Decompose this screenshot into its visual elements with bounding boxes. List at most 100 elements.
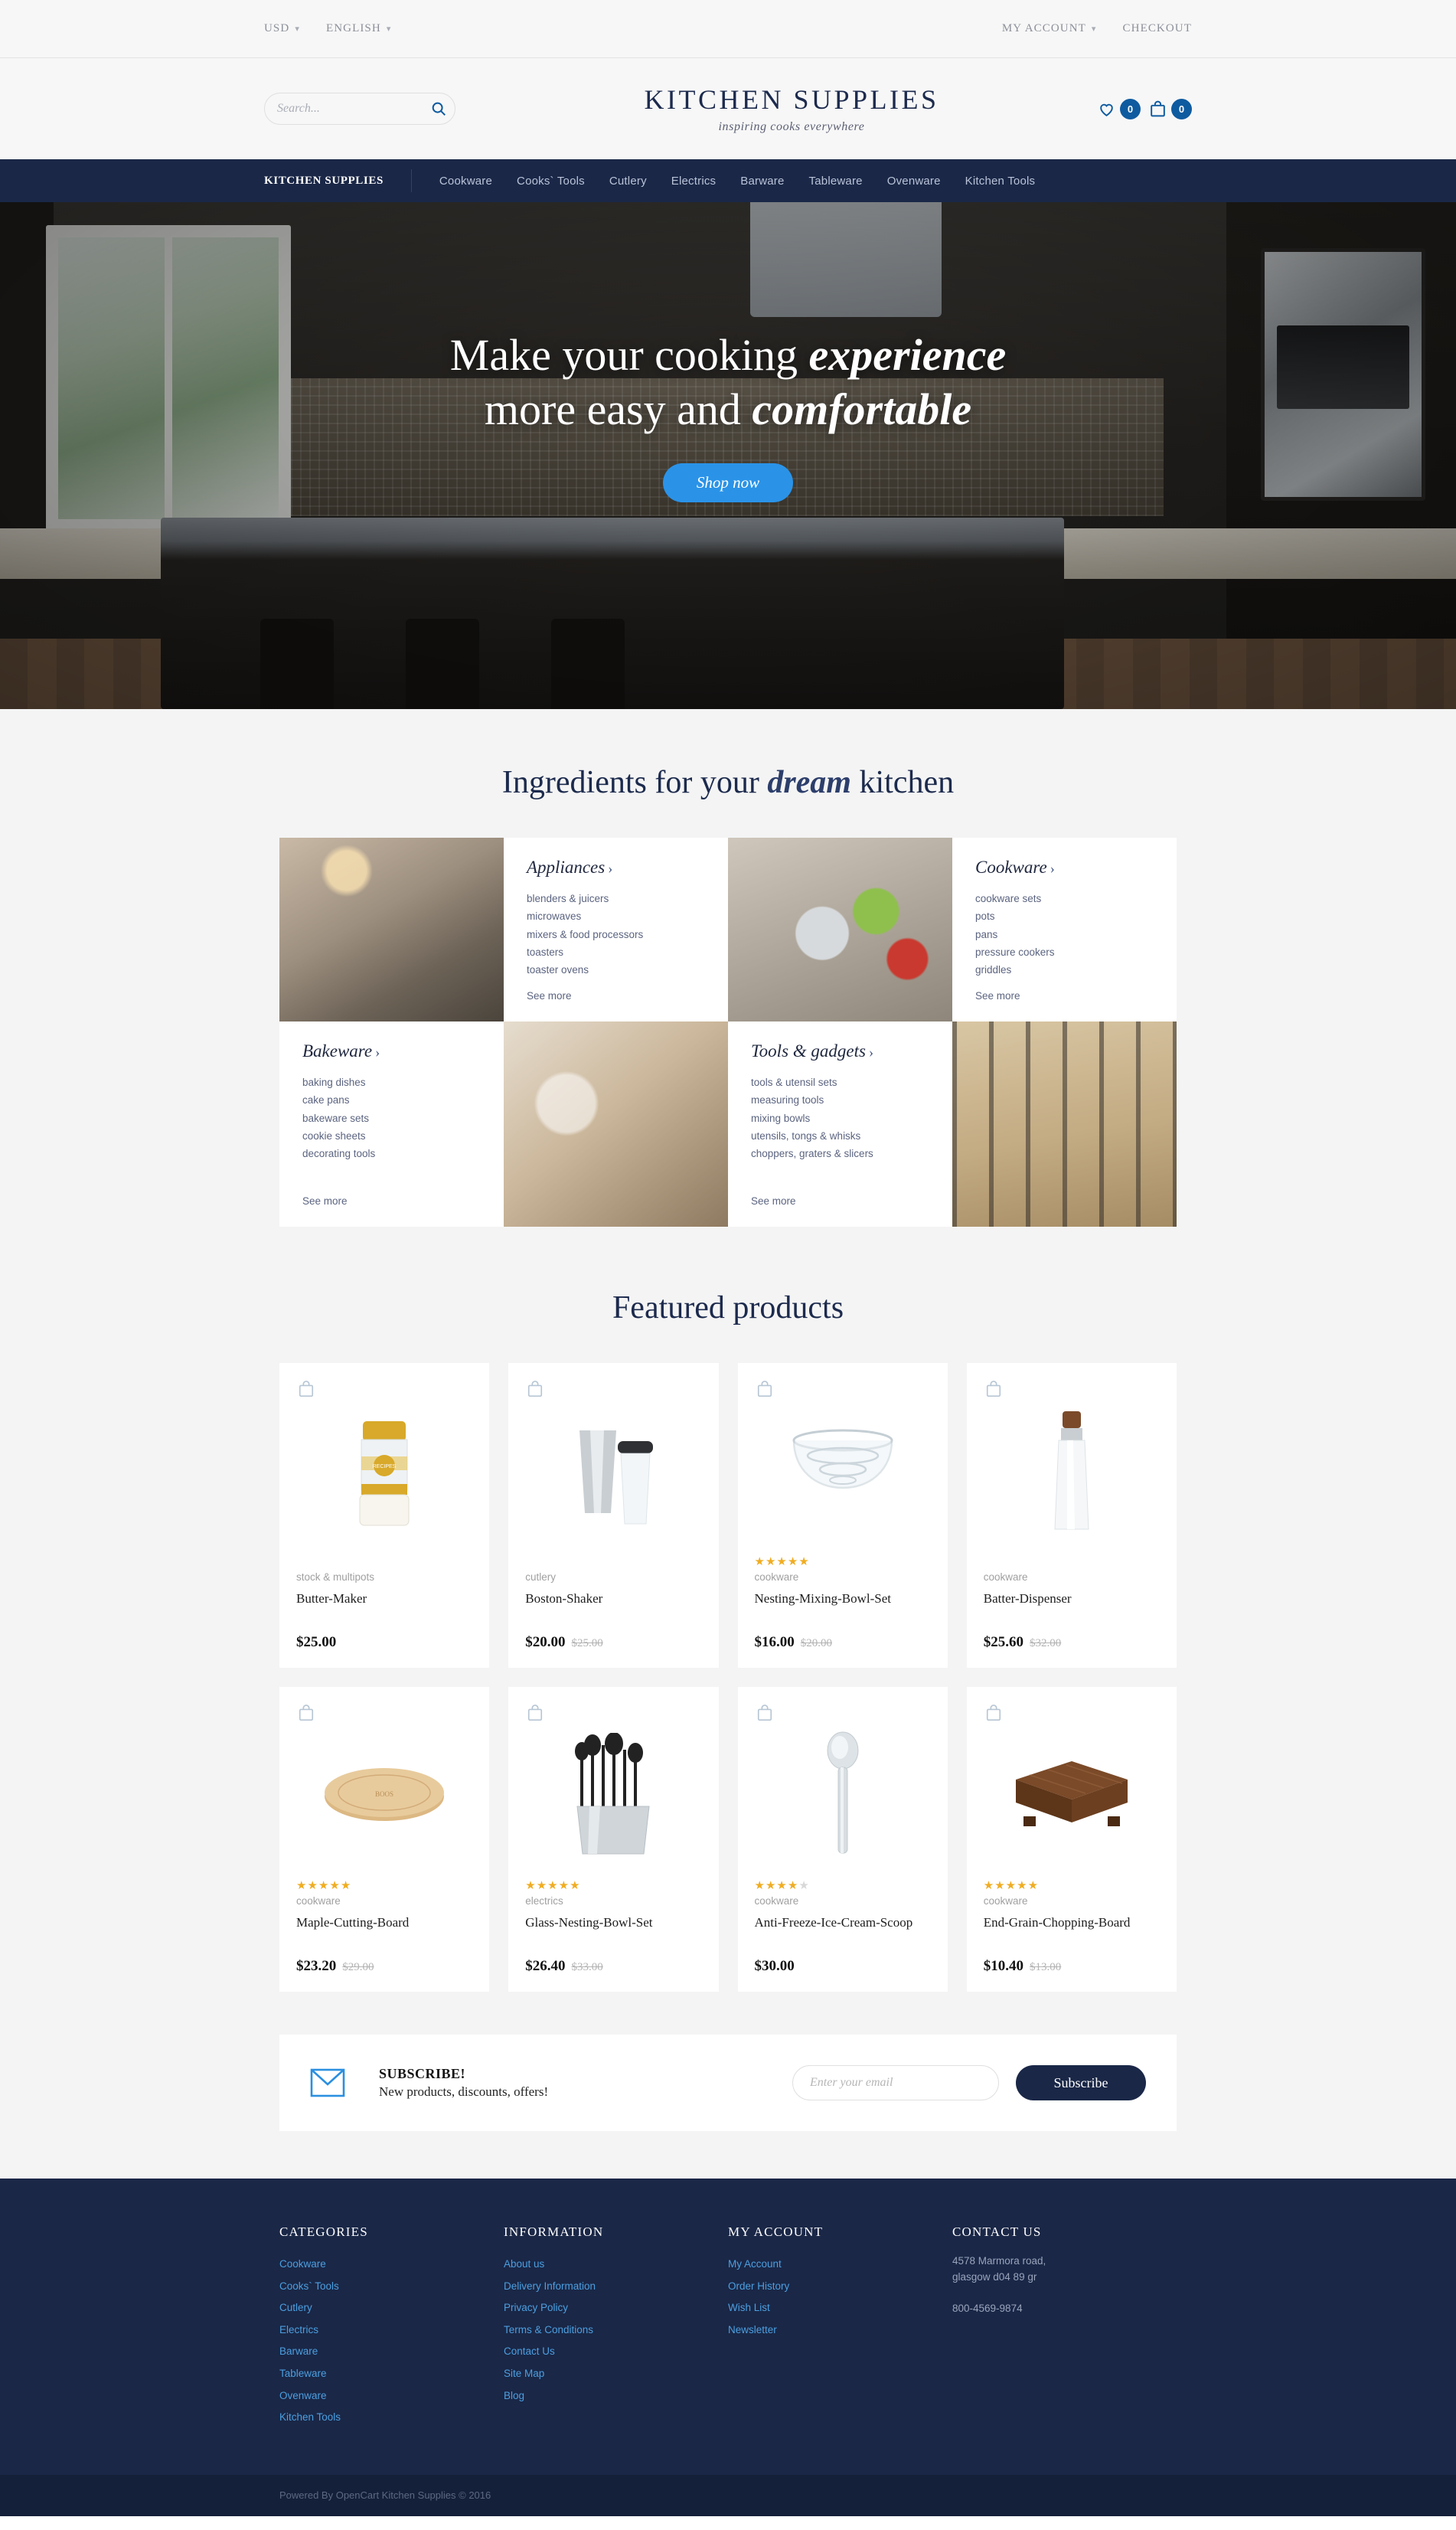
product-price: $25.00 xyxy=(296,1634,472,1651)
category-title-bakeware[interactable]: Bakeware › xyxy=(302,1041,481,1061)
list-item[interactable]: tools & utensil sets xyxy=(751,1074,929,1091)
product-card[interactable]: cutlery Boston-Shaker $20.00 $25.00 xyxy=(508,1363,719,1668)
list-item[interactable]: pressure cookers xyxy=(975,943,1154,961)
list-item[interactable]: choppers, graters & slicers xyxy=(751,1145,929,1162)
brand-logo[interactable]: KITCHEN SUPPLIES inspiring cooks everywh… xyxy=(644,83,939,134)
list-item[interactable]: measuring tools xyxy=(751,1091,929,1109)
list-item[interactable]: griddles xyxy=(975,961,1154,979)
product-card[interactable]: ★★★★★ cookware Nesting-Mixing-Bowl-Set $… xyxy=(737,1363,948,1668)
list-item[interactable]: bakeware sets xyxy=(302,1110,481,1127)
product-name[interactable]: Batter-Dispenser xyxy=(984,1590,1160,1626)
language-selector[interactable]: ENGLISH ▾ xyxy=(326,22,392,35)
footer-link[interactable]: Ovenware xyxy=(279,2385,504,2407)
footer-link[interactable]: My Account xyxy=(728,2254,952,2276)
list-item[interactable]: cake pans xyxy=(302,1091,481,1109)
my-account-menu[interactable]: MY ACCOUNT ▾ xyxy=(1002,22,1097,35)
footer-link[interactable]: Newsletter xyxy=(728,2319,952,2342)
header-actions: 0 0 xyxy=(1097,98,1192,119)
shop-now-button[interactable]: Shop now xyxy=(662,463,794,502)
footer-link[interactable]: Wish List xyxy=(728,2297,952,2319)
footer-link[interactable]: About us xyxy=(504,2254,728,2276)
nav-item-tableware[interactable]: Tableware xyxy=(809,175,863,188)
product-card[interactable]: RECIPES stock & multipots Butter-Maker $… xyxy=(279,1363,490,1668)
footer-link[interactable]: Order History xyxy=(728,2276,952,2298)
add-to-cart-icon[interactable] xyxy=(985,1380,1002,1402)
list-item[interactable]: cookie sheets xyxy=(302,1127,481,1145)
list-item[interactable]: decorating tools xyxy=(302,1145,481,1162)
footer-link[interactable]: Barware xyxy=(279,2341,504,2363)
nav-item-ovenware[interactable]: Ovenware xyxy=(887,175,941,188)
category-title-tools[interactable]: Tools & gadgets › xyxy=(751,1041,929,1061)
footer-column-information: INFORMATION About us Delivery Informatio… xyxy=(504,2224,728,2429)
product-card[interactable]: ★★★★★ cookware Anti-Freeze-Ice-Cream-Sco… xyxy=(737,1687,948,1992)
wishlist-button[interactable]: 0 xyxy=(1097,98,1141,119)
list-item[interactable]: toasters xyxy=(527,943,705,961)
see-more-tools[interactable]: See more xyxy=(751,1195,796,1207)
footer-link[interactable]: Delivery Information xyxy=(504,2276,728,2298)
list-item[interactable]: mixing bowls xyxy=(751,1110,929,1127)
product-name[interactable]: Boston-Shaker xyxy=(525,1590,701,1626)
nav-item-barware[interactable]: Barware xyxy=(740,175,784,188)
search-input[interactable] xyxy=(277,102,430,116)
add-to-cart-icon[interactable] xyxy=(756,1704,773,1726)
add-to-cart-icon[interactable] xyxy=(527,1704,544,1726)
list-item[interactable]: utensils, tongs & whisks xyxy=(751,1127,929,1145)
list-item[interactable]: blenders & juicers xyxy=(527,890,705,907)
add-to-cart-icon[interactable] xyxy=(756,1380,773,1402)
product-name[interactable]: Glass-Nesting-Bowl-Set xyxy=(525,1914,701,1950)
list-item[interactable]: microwaves xyxy=(527,907,705,925)
cart-button[interactable]: 0 xyxy=(1148,98,1192,119)
footer-link[interactable]: Terms & Conditions xyxy=(504,2319,728,2342)
list-item[interactable]: pots xyxy=(975,907,1154,925)
footer-link[interactable]: Site Map xyxy=(504,2363,728,2385)
product-category: stock & multipots xyxy=(296,1571,375,1583)
footer-link[interactable]: Electrics xyxy=(279,2319,504,2342)
nav-item-cutlery[interactable]: Cutlery xyxy=(609,175,647,188)
list-item[interactable]: toaster ovens xyxy=(527,961,705,979)
footer-link[interactable]: Cutlery xyxy=(279,2297,504,2319)
product-name[interactable]: End-Grain-Chopping-Board xyxy=(984,1914,1160,1950)
newsletter-email-input[interactable] xyxy=(792,2065,999,2100)
currency-selector[interactable]: USD ▾ xyxy=(264,22,300,35)
product-name[interactable]: Maple-Cutting-Board xyxy=(296,1914,472,1950)
nav-item-kitchen-tools[interactable]: Kitchen Tools xyxy=(965,175,1036,188)
see-more-bakeware[interactable]: See more xyxy=(302,1195,348,1207)
category-title-appliances[interactable]: Appliances › xyxy=(527,858,705,878)
my-account-label: MY ACCOUNT xyxy=(1001,22,1086,34)
add-to-cart-icon[interactable] xyxy=(298,1704,315,1726)
category-title-cookware[interactable]: Cookware › xyxy=(975,858,1154,878)
search-button[interactable] xyxy=(430,100,447,117)
nav-item-cooks-tools[interactable]: Cooks` Tools xyxy=(517,175,585,188)
nav-item-cookware[interactable]: Cookware xyxy=(439,175,492,188)
search-box[interactable] xyxy=(264,93,455,125)
list-item[interactable]: pans xyxy=(975,926,1154,943)
list-item[interactable]: baking dishes xyxy=(302,1074,481,1091)
nav-brand-link[interactable]: KITCHEN SUPPLIES xyxy=(264,169,412,192)
product-card[interactable]: ★★★★★ cookware End-Grain-Chopping-Board … xyxy=(966,1687,1177,1992)
product-name[interactable]: Nesting-Mixing-Bowl-Set xyxy=(755,1590,931,1626)
product-card[interactable]: BOOS ★★★★★ cookware Maple-Cutting-Board … xyxy=(279,1687,490,1992)
footer-link[interactable]: Tableware xyxy=(279,2363,504,2385)
footer-link[interactable]: Cookware xyxy=(279,2254,504,2276)
footer-link[interactable]: Kitchen Tools xyxy=(279,2407,504,2429)
footer-link[interactable]: Privacy Policy xyxy=(504,2297,728,2319)
category-grid: Appliances › blenders & juicers microwave… xyxy=(279,838,1177,1227)
see-more-cookware[interactable]: See more xyxy=(975,990,1020,1002)
product-price-old: $29.00 xyxy=(342,1961,374,1973)
product-name[interactable]: Butter-Maker xyxy=(296,1590,472,1626)
product-name[interactable]: Anti-Freeze-Ice-Cream-Scoop xyxy=(755,1914,931,1950)
add-to-cart-icon[interactable] xyxy=(298,1380,315,1402)
add-to-cart-icon[interactable] xyxy=(985,1704,1002,1726)
see-more-appliances[interactable]: See more xyxy=(527,990,572,1002)
product-card[interactable]: ★★★★★ electrics Glass-Nesting-Bowl-Set $… xyxy=(508,1687,719,1992)
footer-link[interactable]: Contact Us xyxy=(504,2341,728,2363)
add-to-cart-icon[interactable] xyxy=(527,1380,544,1402)
footer-link[interactable]: Cooks` Tools xyxy=(279,2276,504,2298)
subscribe-button[interactable]: Subscribe xyxy=(1016,2065,1146,2100)
checkout-link[interactable]: CHECKOUT xyxy=(1123,22,1192,35)
footer-link[interactable]: Blog xyxy=(504,2385,728,2407)
product-card[interactable]: cookware Batter-Dispenser $25.60 $32.00 xyxy=(966,1363,1177,1668)
list-item[interactable]: mixers & food processors xyxy=(527,926,705,943)
nav-item-electrics[interactable]: Electrics xyxy=(671,175,716,188)
list-item[interactable]: cookware sets xyxy=(975,890,1154,907)
